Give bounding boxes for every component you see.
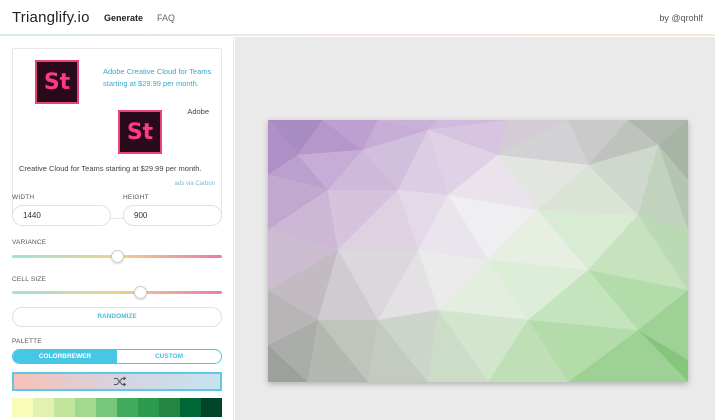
brand-logo[interactable]: Trianglify.io — [12, 9, 90, 26]
palette-swatch — [33, 398, 54, 417]
top-header: Trianglify.io Generate FAQ by @qrohlf — [0, 0, 715, 36]
width-input[interactable]: 1440 — [12, 205, 111, 226]
header-accent-line — [0, 34, 715, 36]
nav-generate[interactable]: Generate — [104, 13, 143, 23]
palette-swatch — [180, 398, 201, 417]
variance-slider[interactable] — [12, 250, 222, 263]
palette-swatch — [138, 398, 159, 417]
ad-brand: Adobe — [187, 107, 209, 116]
palette-swatch — [159, 398, 180, 417]
cell-size-label: CELL SIZE — [12, 276, 47, 283]
tab-custom[interactable]: CUSTOM — [117, 350, 221, 363]
palette-swatch — [96, 398, 117, 417]
randomize-button[interactable]: RANDOMIZE — [12, 307, 222, 327]
palette-mode-toggle: COLORBREWER CUSTOM — [12, 349, 222, 364]
ad-link[interactable]: Adobe Creative Cloud for Teams starting … — [103, 66, 215, 90]
palette-swatch — [75, 398, 96, 417]
cell-size-slider-thumb[interactable] — [133, 286, 147, 299]
nav-faq[interactable]: FAQ — [157, 13, 175, 23]
adobe-stock-logo[interactable]: St — [35, 60, 79, 104]
palette-swatch — [54, 398, 75, 417]
author-link[interactable]: by @qrohlf — [659, 13, 703, 23]
variance-slider-thumb[interactable] — [110, 250, 124, 263]
trianglify-preview-image — [268, 120, 688, 382]
carbon-ad: St Adobe Creative Cloud for Teams starti… — [12, 48, 222, 219]
variance-label: VARIANCE — [12, 239, 47, 246]
palette-swatch — [117, 398, 138, 417]
adobe-stock-logo-secondary[interactable]: St — [118, 110, 162, 154]
palette-swatches — [12, 398, 222, 417]
ads-via-carbon[interactable]: ads via Carbon — [175, 181, 215, 187]
palette-selector[interactable] — [12, 372, 222, 391]
cell-size-slider[interactable] — [12, 286, 222, 299]
tab-colorbrewer[interactable]: COLORBREWER — [13, 350, 117, 363]
shuffle-icon — [114, 376, 126, 387]
height-input[interactable]: 900 — [123, 205, 222, 226]
height-label: HEIGHT — [123, 194, 149, 201]
palette-label: PALETTE — [12, 338, 42, 345]
width-label: WIDTH — [12, 194, 35, 201]
settings-sidebar: St Adobe Creative Cloud for Teams starti… — [0, 37, 234, 420]
palette-swatch — [12, 398, 33, 417]
preview-area — [235, 37, 715, 420]
palette-swatch — [201, 398, 222, 417]
ad-description: Creative Cloud for Teams starting at $29… — [19, 164, 202, 173]
